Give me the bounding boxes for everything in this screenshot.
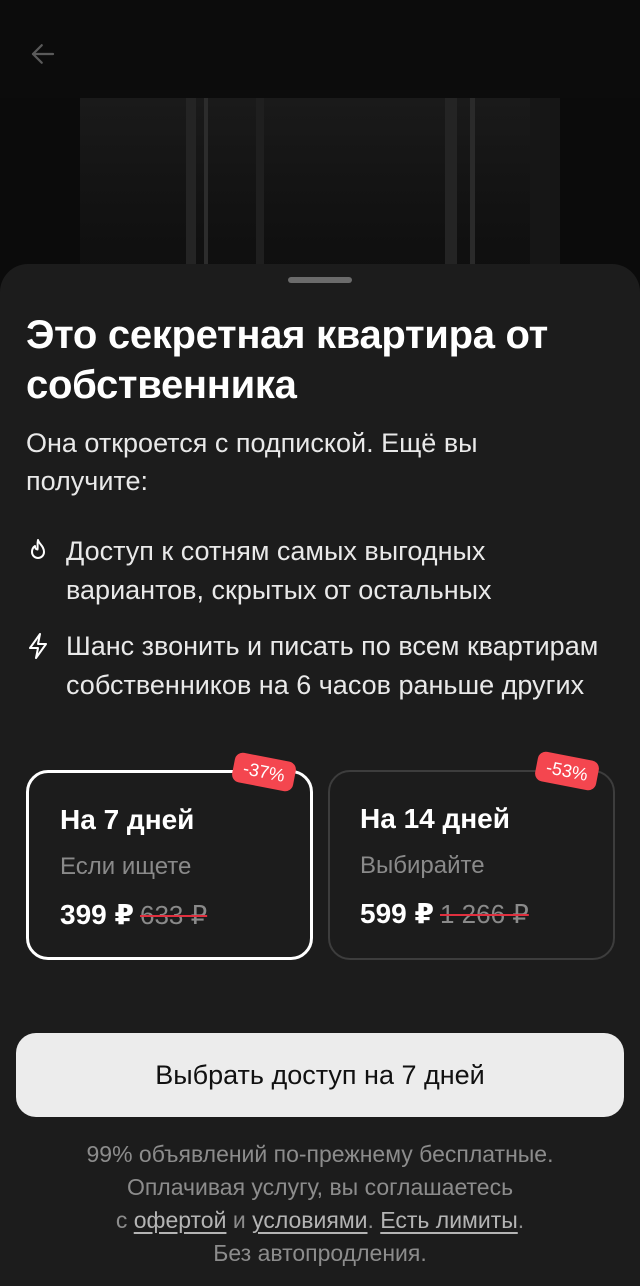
plan-card-14-days[interactable]: -53% На 14 дней Выбирайте 599 ₽1 266 ₽ [328,750,615,960]
footer-text: . [367,1207,374,1233]
top-bar [0,0,640,98]
plan-old-price: 1 266 ₽ [439,899,529,929]
footer-text: и [232,1207,246,1233]
discount-badge: -37% [230,751,298,793]
terms-link[interactable]: условиями [252,1207,367,1233]
back-button[interactable] [22,34,64,74]
plan-price: 399 ₽ [60,899,134,930]
plan-prices: 399 ₽633 ₽ [60,897,207,933]
feature-item: Доступ к сотням самых выгодных вариантов… [26,532,626,610]
discount-badge: -53% [533,750,601,792]
lightning-icon [26,627,66,665]
screen: Это секретная квартира от собственника О… [0,0,640,1286]
offer-link[interactable]: офертой [134,1207,227,1233]
footer-line: Без автопродления. [213,1240,427,1266]
plan-description: Выбирайте [360,852,485,879]
plan-card-7-days[interactable]: -37% На 7 дней Если ищете 399 ₽633 ₽ [26,751,313,960]
paywall-bottom-sheet: Это секретная квартира от собственника О… [0,264,640,1286]
feature-text: Доступ к сотням самых выгодных вариантов… [66,536,492,605]
listing-photo [80,98,560,288]
sheet-drag-handle[interactable] [288,277,352,283]
feature-item: Шанс звонить и писать по всем квартирам … [26,627,626,705]
footer-line: Оплачивая услугу, вы соглашаетесь [126,1174,514,1200]
legal-footer: 99% объявлений по-прежнему бесплатные. О… [30,1138,610,1270]
limits-link[interactable]: Есть лимиты [380,1207,517,1233]
feature-text: Шанс звонить и писать по всем квартирам … [66,631,599,700]
choose-access-button[interactable]: Выбрать доступ на 7 дней [16,1033,624,1117]
plan-old-price: 633 ₽ [139,900,208,930]
footer-links-line: с офертой и условиями. Есть лимиты. [30,1204,610,1237]
plan-name: На 14 дней [360,803,510,834]
plan-description: Если ищете [60,853,192,880]
footer-line: 99% объявлений по-прежнему бесплатные. [86,1141,554,1167]
plan-prices: 599 ₽1 266 ₽ [360,896,529,932]
plan-name: На 7 дней [60,804,195,835]
arrow-left-icon [31,44,55,64]
plan-price: 599 ₽ [360,898,434,929]
footer-text: . [517,1207,525,1233]
flame-icon [26,532,66,570]
sheet-subtitle: Она откроется с подпиской. Ещё вы получи… [26,428,478,496]
sheet-title: Это секретная квартира от собственника [26,313,548,407]
footer-text: с [115,1207,128,1233]
